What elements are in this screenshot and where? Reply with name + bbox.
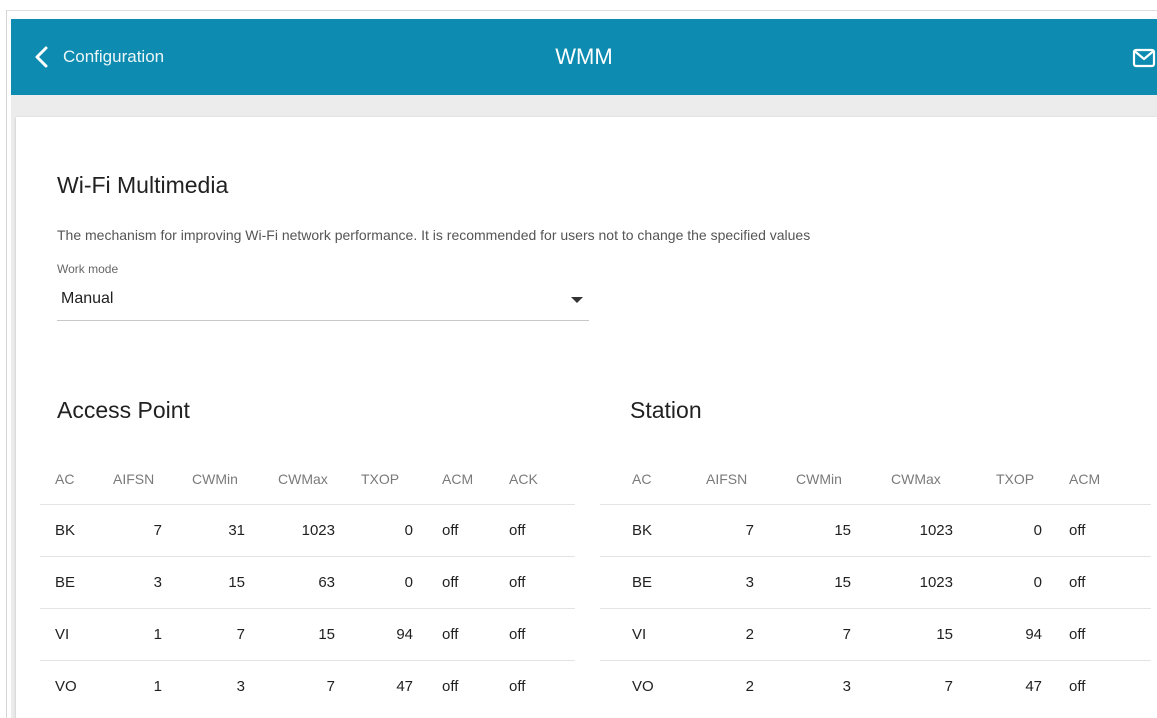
table-cell-cwmax: 1023: [919, 574, 953, 591]
page-title: WMM: [555, 44, 613, 69]
table-cell-txop: 0: [1033, 522, 1042, 539]
table-cell-cwmin: 7: [236, 626, 245, 643]
table-cell-acm: off: [442, 626, 459, 643]
table-cell-txop: 0: [404, 522, 413, 539]
table-cell-txop: 94: [396, 626, 413, 643]
table-cell-cwmin: 31: [228, 522, 245, 539]
table-row[interactable]: VI 2 7 15 94 off: [600, 608, 1151, 660]
table-row[interactable]: BE 3 15 63 0 off off: [40, 556, 575, 608]
table-cell-acm: off: [1069, 626, 1086, 643]
frame-border: [6, 10, 1157, 11]
dropdown-arrow-icon: [571, 297, 583, 303]
table-cell-aifsn: 3: [745, 574, 754, 591]
work-mode-value: Manual: [61, 290, 114, 307]
table-cell-ac: BK: [55, 522, 76, 539]
page: Configuration WMM Wi-Fi Multimedia The m…: [0, 0, 1157, 718]
table-cell-ack: off: [509, 522, 526, 539]
table-cell-acm: off: [1069, 522, 1086, 539]
table-row[interactable]: VO 1 3 7 47 off off: [40, 660, 575, 712]
table-cell-aifsn: 7: [745, 522, 754, 539]
table-cell-cwmax: 7: [944, 678, 953, 695]
table-cell-ac: BK: [632, 522, 653, 539]
section-description: The mechanism for improving Wi-Fi networ…: [57, 227, 811, 243]
table-cell-aifsn: 2: [745, 678, 754, 695]
table-cell-acm: off: [442, 678, 459, 695]
page-background: [11, 95, 1157, 117]
station-table: AC AIFSN CWMin CWMax TXOP ACM BK 7 15 1023 0 off BE 3…: [600, 452, 1151, 712]
table-cell-cwmin: 15: [834, 574, 851, 591]
table-cell-cwmax: 7: [326, 678, 335, 695]
table-cell-aifsn: 3: [153, 574, 162, 591]
work-mode-select[interactable]: Manual: [57, 284, 589, 321]
table-cell-cwmax: 15: [936, 626, 953, 643]
table-cell-ack: off: [509, 678, 526, 695]
access-point-table: AC AIFSN CWMin CWMax TXOP ACM ACK BK 7 31 1023 0 off…: [40, 452, 575, 712]
table-cell-cwmin: 15: [228, 574, 245, 591]
table-cell-ac: VO: [632, 678, 654, 695]
table-cell-cwmax: 1023: [919, 522, 953, 539]
access-point-title: Access Point: [57, 397, 190, 423]
table-cell-cwmax: 15: [318, 626, 335, 643]
table-cell-cwmax: 63: [318, 574, 335, 591]
table-header-row: AC AIFSN CWMin CWMax TXOP ACM ACK: [55, 471, 538, 487]
table-cell-aifsn: 7: [153, 522, 162, 539]
table-cell-ac: VO: [55, 678, 77, 695]
table-cell-cwmin: 3: [236, 678, 245, 695]
table-cell-acm: off: [442, 522, 459, 539]
table-cell-txop: 94: [1025, 626, 1042, 643]
table-header-row: AC AIFSN CWMin CWMax TXOP ACM: [632, 471, 1101, 487]
top-bar: Configuration WMM: [11, 19, 1157, 95]
table-row[interactable]: BE 3 15 1023 0 off: [600, 556, 1151, 608]
table-cell-txop: 0: [404, 574, 413, 591]
station-title: Station: [630, 397, 702, 423]
table-cell-txop: 0: [1033, 574, 1042, 591]
table-row[interactable]: BK 7 31 1023 0 off off: [40, 504, 575, 556]
table-cell-aifsn: 2: [745, 626, 754, 643]
section-title: Wi-Fi Multimedia: [57, 172, 229, 198]
table-row[interactable]: VO 2 3 7 47 off: [600, 660, 1151, 712]
table-cell-acm: off: [1069, 678, 1086, 695]
table-cell-aifsn: 1: [153, 678, 162, 695]
table-cell-txop: 47: [396, 678, 413, 695]
table-cell-ack: off: [509, 626, 526, 643]
table-cell-ack: off: [509, 574, 526, 591]
table-cell-acm: off: [1069, 574, 1086, 591]
mail-icon[interactable]: [1131, 47, 1157, 69]
frame-border: [6, 10, 7, 718]
table-cell-ac: BE: [632, 574, 653, 591]
table-cell-ac: VI: [632, 626, 647, 643]
table-cell-cwmin: 15: [834, 522, 851, 539]
table-cell-ac: VI: [55, 626, 70, 643]
work-mode-label: Work mode: [57, 262, 119, 276]
table-cell-txop: 47: [1025, 678, 1042, 695]
table-cell-cwmax: 1023: [301, 522, 335, 539]
table-cell-cwmin: 7: [842, 626, 851, 643]
table-cell-aifsn: 1: [153, 626, 162, 643]
table-cell-acm: off: [442, 574, 459, 591]
table-row[interactable]: BK 7 15 1023 0 off: [600, 504, 1151, 556]
table-cell-cwmin: 3: [842, 678, 851, 695]
table-row[interactable]: VI 1 7 15 94 off off: [40, 608, 575, 660]
table-cell-ac: BE: [55, 574, 76, 591]
